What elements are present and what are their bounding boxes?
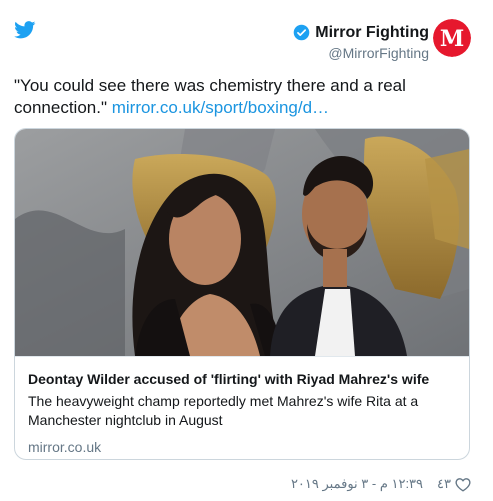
- avatar[interactable]: M: [433, 19, 471, 57]
- card-image[interactable]: [15, 129, 469, 356]
- embedded-tweet: Mirror Fighting @MirrorFighting M "You c…: [0, 0, 493, 501]
- like-action[interactable]: ٤٣: [437, 476, 471, 492]
- twitter-bird-icon[interactable]: [14, 21, 36, 39]
- card-photo: [15, 129, 469, 356]
- card-description: The heavyweight champ reportedly met Mah…: [28, 393, 419, 428]
- tweet-footer: ٤٣ ١٢:٣٩ م - ٣ نوفمبر ٢٠١٩: [291, 476, 471, 492]
- mirror-logo: M: [433, 19, 471, 57]
- link-card[interactable]: Deontay Wilder accused of 'flirting' wit…: [14, 128, 470, 460]
- tweet-author[interactable]: Mirror Fighting @MirrorFighting: [293, 23, 429, 62]
- like-count: ٤٣: [437, 476, 451, 491]
- author-handle[interactable]: @MirrorFighting: [293, 45, 429, 62]
- card-title[interactable]: Deontay Wilder accused of 'flirting' wit…: [28, 370, 456, 388]
- card-domain: mirror.co.uk: [28, 439, 102, 455]
- author-display-name[interactable]: Mirror Fighting: [315, 23, 429, 42]
- avatar-letter: M: [440, 26, 464, 52]
- tweet-link[interactable]: mirror.co.uk/sport/boxing/d…: [112, 98, 329, 117]
- tweet-timestamp[interactable]: ١٢:٣٩ م - ٣ نوفمبر ٢٠١٩: [291, 476, 423, 492]
- heart-icon[interactable]: [455, 477, 471, 492]
- tweet-text: "You could see there was chemistry there…: [14, 75, 454, 119]
- verified-badge-icon: [293, 24, 310, 41]
- card-body[interactable]: Deontay Wilder accused of 'flirting' wit…: [15, 356, 469, 459]
